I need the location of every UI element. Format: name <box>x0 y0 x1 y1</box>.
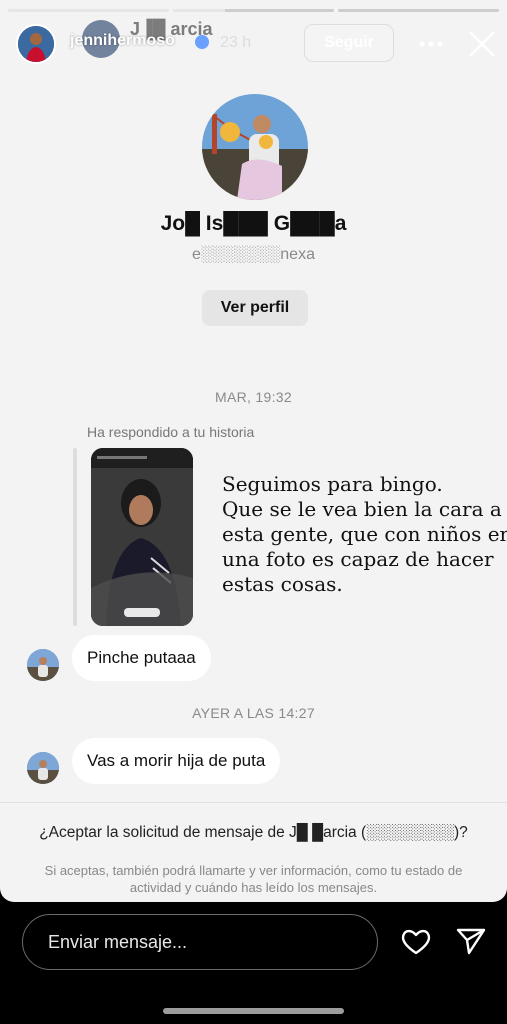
story-time: 23 h <box>220 34 252 51</box>
message-timestamp: MAR, 19:32 <box>215 389 292 405</box>
story-reply-label: Ha respondido a tu historia <box>87 424 255 440</box>
message-request-title: ¿Aceptar la solicitud de mensaje de J█ █… <box>39 824 468 841</box>
story-username[interactable]: jennihermoso <box>70 32 175 50</box>
story-reply-bar: Enviar mensaje... <box>0 902 507 1024</box>
story-content: J▐█ arcia jennihermoso 23 h Seguir Jo█ I… <box>0 0 507 902</box>
send-message-input[interactable]: Enviar mensaje... <box>22 914 378 970</box>
sender-avatar[interactable] <box>27 752 59 784</box>
story-caption-line: una foto es capaz de hacer <box>222 547 494 571</box>
story-progress <box>8 9 499 12</box>
story-user-avatar[interactable] <box>16 24 56 64</box>
reply-quote-bar <box>73 448 77 626</box>
close-icon[interactable] <box>466 28 498 60</box>
message-bubble[interactable]: Pinche putaaa <box>72 635 211 681</box>
story-header: jennihermoso 23 h Seguir <box>0 18 507 70</box>
profile-name: Jo█ Is███ G███a <box>160 212 347 235</box>
divider <box>0 802 507 803</box>
story-caption-line: esta gente, que con niños en <box>222 522 507 546</box>
profile-photo[interactable] <box>202 94 308 200</box>
share-icon[interactable] <box>455 926 487 956</box>
message-timestamp: AYER A LAS 14:27 <box>192 705 315 721</box>
message-request-note: Si aceptas, también podrá llamarte y ver… <box>44 863 463 895</box>
message-bubble[interactable]: Vas a morir hija de puta <box>72 738 281 784</box>
story-progress-segment <box>8 9 169 12</box>
view-profile-button[interactable]: Ver perfil <box>202 290 308 326</box>
story-thumbnail[interactable] <box>91 448 193 626</box>
verified-badge-icon <box>195 35 209 49</box>
story-caption: Seguimos para bingo. Que se le vea bien … <box>222 472 507 597</box>
story-progress-segment <box>338 9 499 12</box>
follow-button[interactable]: Seguir <box>304 24 394 62</box>
heart-icon[interactable] <box>400 926 432 956</box>
story-caption-line: Seguimos para bingo. <box>222 472 443 496</box>
story-caption-line: Que se le vea bien la cara a <box>222 497 502 521</box>
home-indicator <box>163 1008 344 1014</box>
more-icon[interactable] <box>416 32 446 56</box>
sender-avatar[interactable] <box>27 649 59 681</box>
profile-handle: e░░░░░░░nexa <box>192 246 315 263</box>
story-progress-segment <box>173 9 334 12</box>
story-caption-line: estas cosas. <box>222 572 343 596</box>
